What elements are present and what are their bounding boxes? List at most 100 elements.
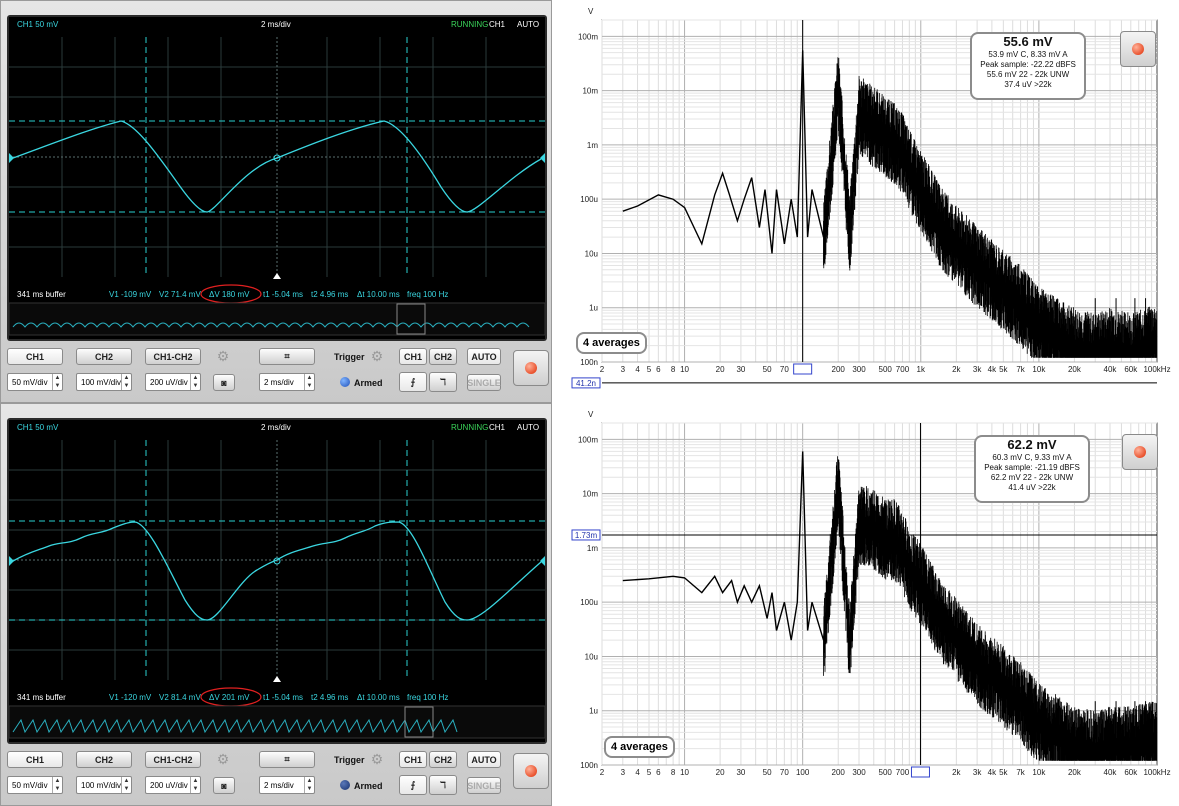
x-tick-label: 6 <box>656 768 661 777</box>
auto-button[interactable]: AUTO <box>467 348 501 365</box>
status-label: RUNNING <box>451 423 488 432</box>
t2-readout: t2 4.96 ms <box>311 290 348 299</box>
delta-v-readout: ΔV 180 mV <box>209 290 250 299</box>
trigger-gear-icon[interactable]: ⚙ <box>370 752 384 766</box>
falling-edge-button[interactable]: ℸ <box>429 372 457 392</box>
x-tick-label: 200 <box>832 365 846 374</box>
math-volts-per-div[interactable]: 200 uV/div ▲ ▼ <box>145 373 201 391</box>
readout-line: 37.4 uV >22k <box>1004 80 1052 89</box>
cursor-grid-button[interactable]: ⌗ <box>259 751 315 768</box>
readout-line: 62.2 mV 22 - 22k UNW <box>990 473 1074 482</box>
trigger-channel-label: CH1 <box>489 423 506 432</box>
x-tick-label: 70 <box>780 365 789 374</box>
x-tick-label: 3k <box>973 768 982 777</box>
x-tick-label: 3k <box>973 365 982 374</box>
readout-line: 55.6 mV 22 - 22k UNW <box>986 70 1070 79</box>
trigger-ch2-button[interactable]: CH2 <box>429 751 457 768</box>
rising-edge-button[interactable]: ⨍ <box>399 372 427 392</box>
level-cursor-value: 1.73m <box>575 531 598 540</box>
stepper-arrows[interactable]: ▲ ▼ <box>52 777 62 793</box>
time-div-value: 2 ms/div <box>264 780 294 790</box>
x-tick-label: 300 <box>852 768 866 777</box>
stepper-arrows[interactable]: ▲ ▼ <box>121 777 131 793</box>
record-button[interactable] <box>513 753 549 789</box>
math-volts-per-div[interactable]: 200 uV/div ▲ ▼ <box>145 776 201 794</box>
y-tick-label: 100n <box>580 358 598 367</box>
ch1-button[interactable]: CH1 <box>7 348 63 365</box>
camera-button[interactable]: ◙ <box>213 777 235 794</box>
spectrum-chart: 100m 10m 1m 100u 10u 1u 100n2 3456 8 10 20 30 50 70 10… <box>571 7 1171 389</box>
x-tick-label: 4k <box>988 365 997 374</box>
x-tick-label: 10 <box>680 768 689 777</box>
trigger-mode-label: AUTO <box>517 20 539 29</box>
auto-button[interactable]: AUTO <box>467 751 501 768</box>
stepper-arrows[interactable]: ▲ ▼ <box>190 374 200 390</box>
stepper-arrows[interactable]: ▲ ▼ <box>121 374 131 390</box>
x-tick-label: 4 <box>635 768 640 777</box>
x-tick-label: 300 <box>852 365 866 374</box>
single-button[interactable]: SINGLE <box>467 374 501 391</box>
trigger-gear-icon[interactable]: ⚙ <box>370 349 384 363</box>
averages-badge[interactable]: 4 averages <box>576 332 647 354</box>
averages-badge[interactable]: 4 averages <box>604 736 675 758</box>
x-tick-label: 5k <box>999 365 1008 374</box>
stepper-arrows[interactable]: ▲ ▼ <box>304 777 314 793</box>
cursor-grid-button[interactable]: ⌗ <box>259 348 315 365</box>
ch1-ch2-button[interactable]: CH1-CH2 <box>145 348 201 365</box>
x-tick-label: 20k <box>1068 768 1082 777</box>
time-per-div[interactable]: 2 ms/div ▲ ▼ <box>259 776 315 794</box>
math-div-value: 200 uV/div <box>150 780 188 790</box>
x-tick-label: 2k <box>952 365 961 374</box>
level-readout: 62.2 mV 60.3 mV C, 9.33 mV A Peak sample… <box>974 435 1090 503</box>
y-tick-label: 100m <box>578 435 598 444</box>
trigger-ch1-button[interactable]: CH1 <box>399 348 427 365</box>
stepper-arrows[interactable]: ▲ ▼ <box>304 374 314 390</box>
ch1-div-value: 50 mV/div <box>12 377 48 387</box>
x-tick-label: 7k <box>1016 365 1025 374</box>
buffer-label: 341 ms buffer <box>17 693 66 702</box>
ch1-volts-per-div[interactable]: 50 mV/div ▲ ▼ <box>7 776 63 794</box>
ch2-volts-per-div[interactable]: 100 mV/div ▲ ▼ <box>76 373 132 391</box>
x-tick-label: 100kHz <box>1143 365 1170 374</box>
x-tick-label: 2 <box>600 768 605 777</box>
ch2-button[interactable]: CH2 <box>76 348 132 365</box>
gear-icon[interactable]: ⚙ <box>216 349 230 363</box>
y-tick-label: 10u <box>585 249 598 258</box>
ch1-ch2-button[interactable]: CH1-CH2 <box>145 751 201 768</box>
gear-icon[interactable]: ⚙ <box>216 752 230 766</box>
v2-readout: V2 71.4 mV <box>159 290 201 299</box>
t2-readout: t2 4.96 ms <box>311 693 348 702</box>
y-tick-label: 1u <box>589 304 598 313</box>
x-tick-label: 8 <box>671 365 676 374</box>
time-per-div[interactable]: 2 ms/div ▲ ▼ <box>259 373 315 391</box>
freq-cursor-tag <box>910 766 930 778</box>
readout-line: Peak sample: -21.19 dBFS <box>984 463 1080 472</box>
falling-edge-button[interactable]: ℸ <box>429 775 457 795</box>
x-tick-label: 60k <box>1124 768 1138 777</box>
ch2-div-value: 100 mV/div <box>81 377 122 387</box>
status-label: RUNNING <box>451 20 488 29</box>
ch1-button[interactable]: CH1 <box>7 751 63 768</box>
readout-line: 53.9 mV C, 8.33 mV A <box>988 50 1068 59</box>
x-tick-label: 7k <box>1016 768 1025 777</box>
freq-readout: freq 100 Hz <box>407 290 448 299</box>
spectrum-record-button[interactable] <box>1122 434 1158 470</box>
x-tick-label: 500 <box>879 365 893 374</box>
trigger-ch2-button[interactable]: CH2 <box>429 348 457 365</box>
timebase-label: 2 ms/div <box>261 20 291 29</box>
ch1-volts-per-div[interactable]: 50 mV/div ▲ ▼ <box>7 373 63 391</box>
spectrum-record-button[interactable] <box>1120 31 1156 67</box>
trigger-ch1-button[interactable]: CH1 <box>399 751 427 768</box>
oscilloscope-panel-2: CH1 50 mV 2 ms/div RUNNING CH1 AUTO 341 … <box>0 403 552 806</box>
stepper-arrows[interactable]: ▲ ▼ <box>190 777 200 793</box>
camera-button[interactable]: ◙ <box>213 374 235 391</box>
trigger-channel-label: CH1 <box>489 20 506 29</box>
stepper-arrows[interactable]: ▲ ▼ <box>52 374 62 390</box>
single-button[interactable]: SINGLE <box>467 777 501 794</box>
ch2-button[interactable]: CH2 <box>76 751 132 768</box>
freq-readout: freq 100 Hz <box>407 693 448 702</box>
record-button[interactable] <box>513 350 549 386</box>
x-tick-label: 30 <box>736 365 745 374</box>
rising-edge-button[interactable]: ⨍ <box>399 775 427 795</box>
ch2-volts-per-div[interactable]: 100 mV/div ▲ ▼ <box>76 776 132 794</box>
